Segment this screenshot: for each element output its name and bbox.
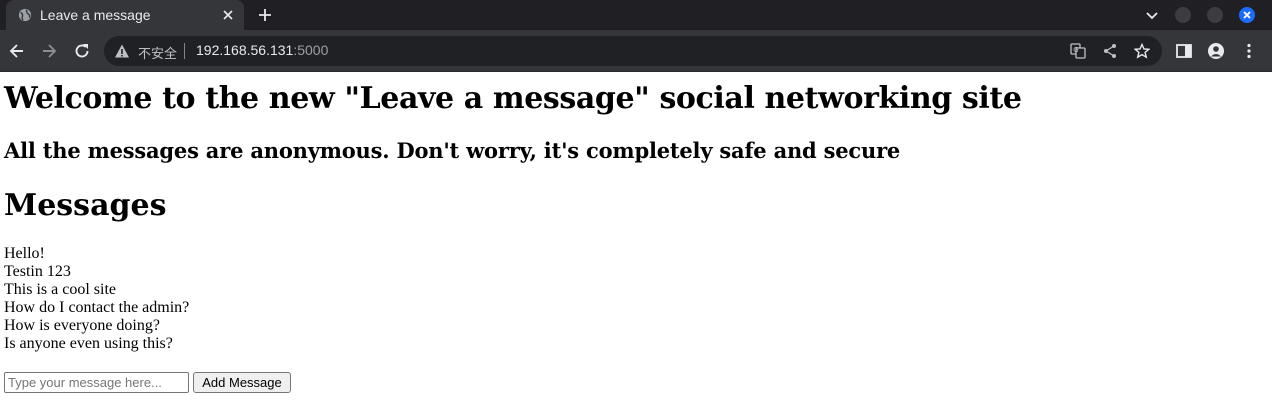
bookmark-star-icon[interactable] — [1134, 43, 1150, 59]
message-item: Hello! — [4, 245, 45, 262]
add-message-button[interactable]: Add Message — [193, 372, 291, 393]
warning-icon[interactable] — [114, 43, 130, 59]
browser-toolbar: 不安全 192.168.56.131:5000 G — [0, 30, 1272, 72]
address-bar[interactable]: 不安全 192.168.56.131:5000 G — [104, 36, 1162, 66]
new-tab-plus-icon[interactable] — [256, 6, 274, 24]
chevron-down-icon[interactable] — [1144, 7, 1160, 23]
forward-arrow-icon[interactable] — [40, 42, 58, 60]
reload-icon[interactable] — [73, 42, 91, 60]
maximize-button[interactable] — [1207, 7, 1223, 23]
message-input[interactable] — [4, 372, 189, 393]
messages-heading: Messages — [4, 188, 167, 223]
share-icon[interactable] — [1102, 43, 1118, 59]
url-port: :5000 — [293, 42, 329, 58]
message-list: Hello! Testin 123 This is a cool site Ho… — [4, 245, 189, 353]
message-item: Testin 123 — [4, 263, 71, 280]
page-subtitle: All the messages are anonymous. Don't wo… — [4, 138, 901, 163]
tab-strip: Leave a message — [0, 0, 1272, 30]
message-item: This is a cool site — [4, 281, 116, 298]
url-text[interactable]: 192.168.56.131:5000 — [196, 42, 328, 58]
page-content: Welcome to the new "Leave a message" soc… — [0, 73, 1272, 412]
tab-title: Leave a message — [40, 7, 151, 23]
close-icon — [1243, 11, 1251, 19]
message-item: How is everyone doing? — [4, 317, 160, 334]
page-title: Welcome to the new "Leave a message" soc… — [4, 81, 1022, 116]
kebab-menu-icon[interactable] — [1240, 42, 1258, 60]
translate-icon[interactable]: G — [1070, 43, 1086, 59]
back-arrow-icon[interactable] — [8, 42, 26, 60]
browser-tab[interactable]: Leave a message — [6, 0, 244, 30]
address-separator — [184, 43, 185, 59]
close-icon[interactable] — [220, 7, 236, 23]
globe-icon — [18, 8, 32, 22]
message-item: How do I contact the admin? — [4, 299, 190, 316]
window-close-button[interactable] — [1239, 7, 1255, 23]
message-item: Is anyone even using this? — [4, 335, 173, 352]
profile-avatar-icon[interactable] — [1207, 42, 1225, 60]
security-label[interactable]: 不安全 — [138, 43, 177, 62]
url-host: 192.168.56.131 — [196, 42, 294, 58]
side-panel-icon[interactable] — [1175, 42, 1193, 60]
svg-text:G: G — [1073, 46, 1078, 54]
minimize-button[interactable] — [1175, 7, 1191, 23]
